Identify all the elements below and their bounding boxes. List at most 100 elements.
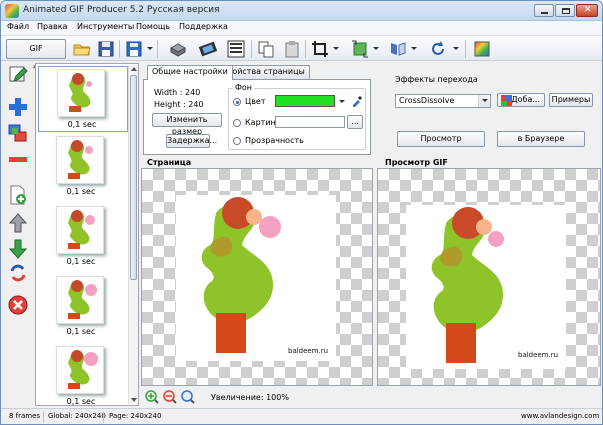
open-folder-icon[interactable] <box>73 40 91 58</box>
frame-thumbnail[interactable]: 0,1 sec <box>38 344 128 410</box>
resize-icon[interactable] <box>351 40 369 58</box>
rotate-dropdown-arrow-icon[interactable] <box>453 47 459 50</box>
rotate-icon[interactable] <box>429 40 447 58</box>
color-dropdown-arrow-icon[interactable] <box>339 100 345 103</box>
frame-delay: 0,1 sec <box>67 120 97 129</box>
scroll-up-icon[interactable] <box>131 67 137 71</box>
toolbar: GIF Конвертер <box>1 35 602 71</box>
toolbar-separator <box>119 40 120 58</box>
transparency-radio[interactable] <box>233 137 241 145</box>
flip-dropdown-arrow-icon[interactable] <box>411 47 417 50</box>
frames-scrollbar[interactable] <box>128 65 138 404</box>
chevron-down-icon[interactable] <box>478 95 490 107</box>
film-icon[interactable] <box>199 40 217 58</box>
menu-file[interactable]: Файл <box>7 22 29 31</box>
toolbar-separator <box>157 40 158 58</box>
add-effect-button[interactable]: Доба... <box>497 93 545 107</box>
examples-button[interactable]: Примеры <box>549 93 593 107</box>
frame-delay: 0,1 sec <box>66 187 96 196</box>
tab-general-settings[interactable]: Общие настройки <box>147 65 233 80</box>
frames-list[interactable]: 0,1 sec 0,1 sec 0,1 sec 0,1 sec 0,1 sec <box>35 63 139 406</box>
window-title: Animated GIF Producer 5.2 Русская версия <box>23 5 220 15</box>
title-bar: Animated GIF Producer 5.2 Русская версия… <box>1 1 602 21</box>
frame-delay: 0,1 sec <box>66 257 96 266</box>
preview-image: baldeem.ru <box>406 205 566 369</box>
picture-path-field[interactable] <box>275 116 345 128</box>
move-up-icon[interactable] <box>8 213 28 233</box>
frame-tools-strip <box>1 61 33 406</box>
color-swatch[interactable] <box>275 95 335 107</box>
frame-image <box>56 276 104 324</box>
page-size: Page: 240x240 <box>109 412 162 420</box>
frame-thumbnail[interactable]: 0,1 sec <box>38 134 128 200</box>
preview-button[interactable]: Просмотр <box>397 131 485 147</box>
minimize-button[interactable] <box>534 4 554 17</box>
save-dropdown-icon[interactable] <box>125 40 143 58</box>
close-icon: ✕ <box>584 5 592 15</box>
menu-help[interactable]: Помощь <box>136 22 170 31</box>
copy-icon[interactable] <box>257 40 275 58</box>
page-canvas[interactable]: baldeem.ru <box>141 168 373 386</box>
background-group: Фон Цвет Картинка ... Прозрачность <box>228 83 366 150</box>
scrollbar-thumb[interactable] <box>130 75 137 280</box>
zoom-fit-icon[interactable] <box>181 390 195 404</box>
crop-icon[interactable] <box>311 40 329 58</box>
zoom-bar: Увеличение: 100% <box>141 388 373 406</box>
reverse-icon[interactable] <box>8 263 28 283</box>
frame-thumbnail[interactable]: 0,1 sec <box>38 274 128 340</box>
move-down-icon[interactable] <box>8 239 28 259</box>
flip-icon[interactable] <box>389 40 407 58</box>
zoom-out-icon[interactable] <box>163 390 177 404</box>
add-frame-icon[interactable] <box>8 97 28 117</box>
color-radio[interactable] <box>233 98 241 106</box>
website-link[interactable]: www.avlandesign.com <box>521 412 599 420</box>
frame-thumbnail[interactable]: 0,1 sec <box>38 204 128 270</box>
effects-label: Эффекты перехода <box>395 75 478 84</box>
scroll-down-icon[interactable] <box>131 398 137 402</box>
browse-picture-button[interactable]: ... <box>347 115 363 129</box>
menu-support[interactable]: Поддержка <box>179 22 228 31</box>
edit-pencil-icon[interactable] <box>8 65 28 85</box>
save-dropdown-arrow-icon[interactable] <box>147 47 153 50</box>
color-palette-icon[interactable] <box>473 40 491 58</box>
frame-image <box>56 206 104 254</box>
settings-tabs: Общие настройки Свойства страницы Width … <box>143 65 371 155</box>
effects-palette-icon <box>501 95 512 106</box>
app-window: Animated GIF Producer 5.2 Русская версия… <box>0 0 603 425</box>
woman-bubblegum-image <box>201 197 281 353</box>
resize-button[interactable]: Изменить размер <box>152 113 222 136</box>
color-radio-label: Цвет <box>245 97 266 106</box>
remove-frame-icon[interactable] <box>8 149 28 169</box>
frame-delay: 0,1 sec <box>66 397 96 406</box>
delete-icon[interactable] <box>8 295 28 315</box>
maximize-button[interactable] <box>555 4 575 17</box>
effect-selected-value: CrossDissolve <box>399 96 455 105</box>
paste-icon[interactable] <box>283 40 301 58</box>
effect-select[interactable]: CrossDissolve <box>395 94 491 108</box>
properties-icon[interactable] <box>227 40 245 58</box>
zoom-level: Увеличение: 100% <box>211 393 289 402</box>
close-button[interactable]: ✕ <box>576 4 598 17</box>
frame-count: 8 frames <box>9 412 41 420</box>
crop-dropdown-arrow-icon[interactable] <box>333 47 339 50</box>
gif-converter-button[interactable]: GIF Конвертер <box>6 39 66 71</box>
save-disk-icon[interactable] <box>97 40 115 58</box>
delays-button[interactable]: Задержка... <box>166 134 217 148</box>
global-size: Global: 240x240 <box>48 412 106 420</box>
frame-thumbnail[interactable]: 0,1 sec <box>38 66 128 132</box>
print-icon[interactable] <box>169 40 187 58</box>
frame-image <box>57 69 105 117</box>
status-separator <box>43 411 44 423</box>
resize-dropdown-arrow-icon[interactable] <box>373 47 379 50</box>
picture-radio[interactable] <box>233 119 241 127</box>
status-bar: 8 frames Global: 240x240 Page: 240x240 w… <box>1 408 602 424</box>
menu-edit[interactable]: Правка <box>37 22 67 31</box>
app-icon <box>5 4 19 18</box>
zoom-in-icon[interactable] <box>145 390 159 404</box>
menu-tools[interactable]: Инструменты <box>77 22 134 31</box>
eyedropper-icon[interactable] <box>351 95 363 107</box>
preview-in-browser-button[interactable]: в Браузере <box>497 131 585 147</box>
import-frames-icon[interactable] <box>8 123 28 143</box>
general-settings-pane: Width : 240 Height : 240 Изменить размер… <box>143 79 371 155</box>
insert-page-icon[interactable] <box>8 185 28 205</box>
